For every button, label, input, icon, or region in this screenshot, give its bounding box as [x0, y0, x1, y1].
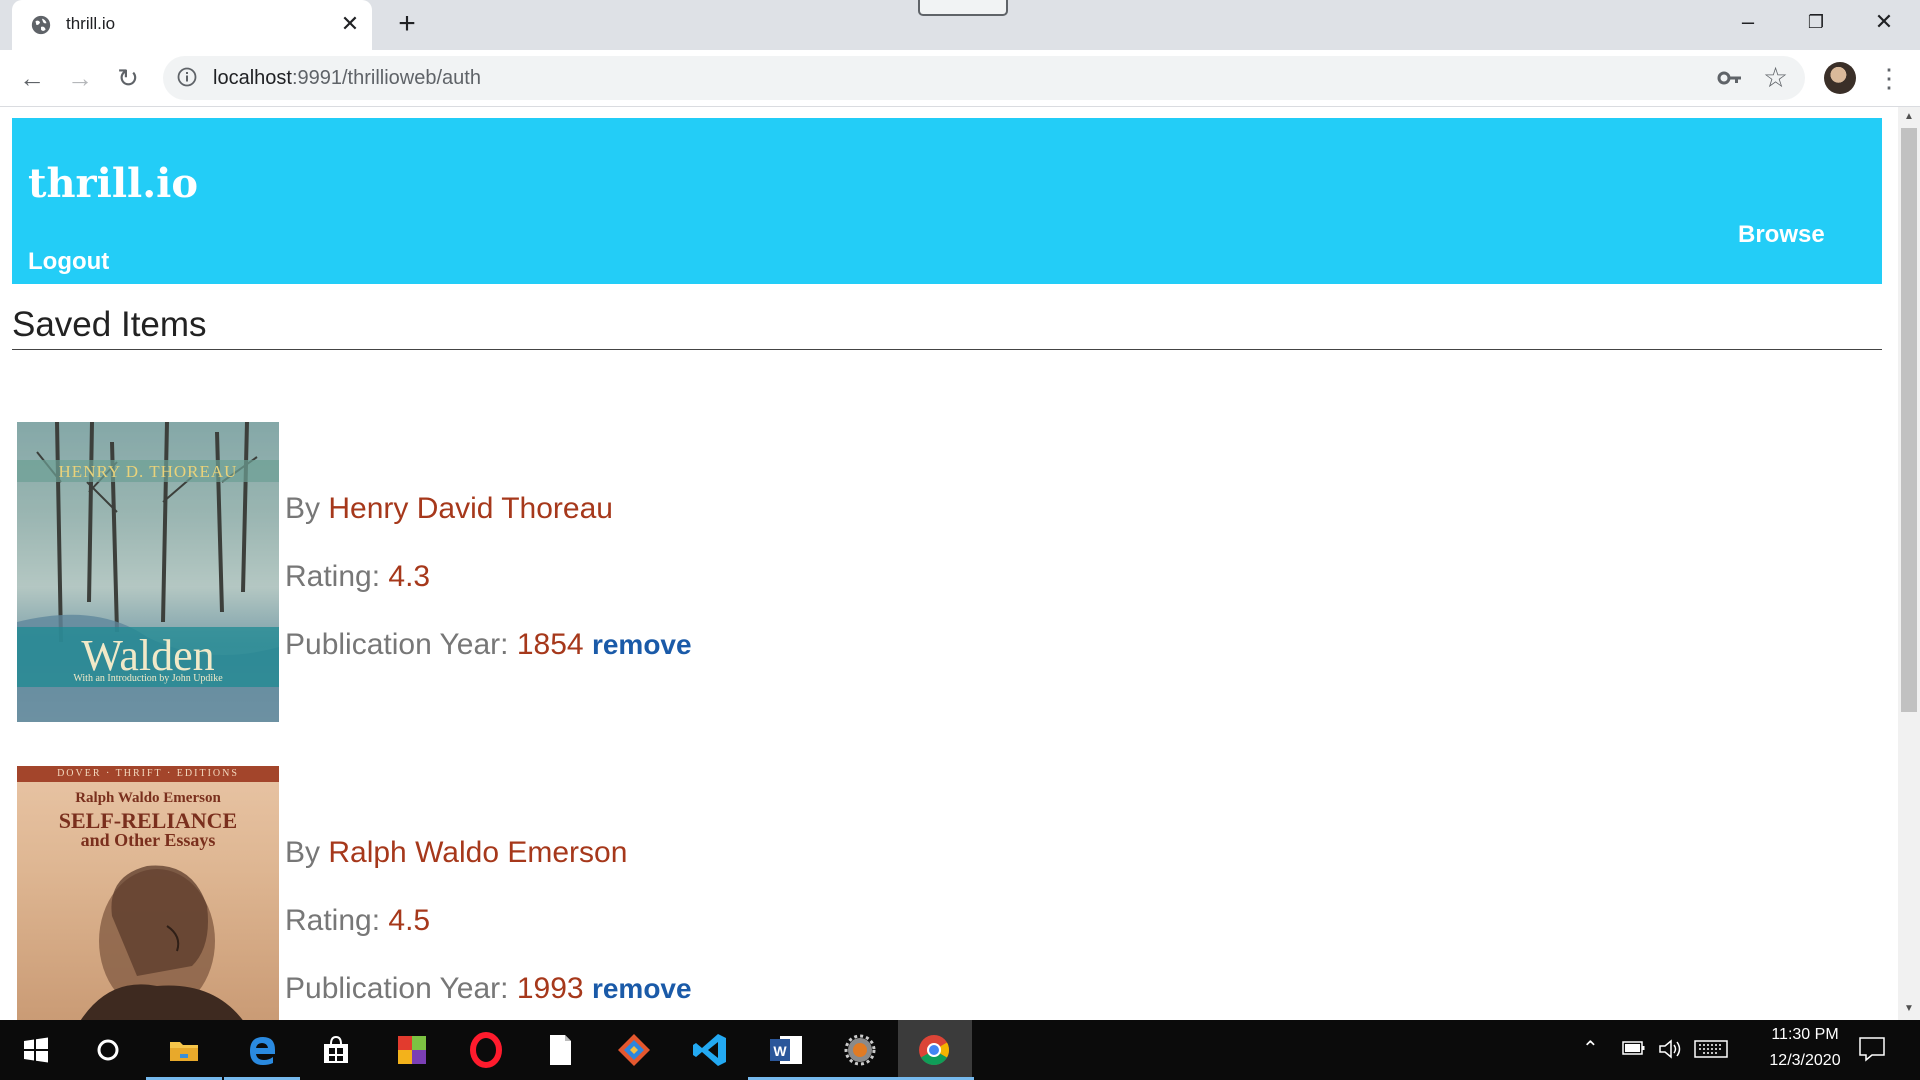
profile-avatar[interactable] — [1824, 62, 1856, 94]
scroll-up-icon[interactable]: ▲ — [1898, 110, 1920, 124]
vscode-icon[interactable] — [690, 1030, 730, 1070]
rating-value: 4.3 — [388, 560, 431, 593]
keyboard-icon[interactable] — [1694, 1040, 1728, 1058]
dev-tool-icon[interactable] — [614, 1030, 654, 1070]
search-circle-icon[interactable] — [88, 1030, 128, 1070]
rating-label: Rating: — [285, 904, 381, 937]
rating-value: 4.5 — [388, 904, 431, 937]
site-logo[interactable]: thrill.io — [28, 160, 198, 207]
info-icon[interactable] — [177, 67, 197, 87]
file-explorer-icon[interactable] — [164, 1030, 204, 1070]
rating-label: Rating: — [285, 560, 381, 593]
window-drag-handle[interactable] — [918, 0, 1008, 16]
author-line: By Ralph Waldo Emerson — [285, 836, 627, 870]
cover-subtitle-text: With an Introduction by John Updike — [73, 673, 223, 684]
cover-portrait — [80, 865, 243, 1020]
scrollbar-thumb[interactable] — [1901, 128, 1917, 712]
tab-strip: thrill.io ✕ + – ❐ ✕ — [0, 0, 1920, 50]
author-name: Henry David Thoreau — [328, 492, 613, 525]
edge-browser-icon[interactable] — [242, 1030, 282, 1070]
author-name: Ralph Waldo Emerson — [328, 836, 628, 869]
author-label: By — [285, 492, 321, 525]
bookmark-star-icon[interactable]: ☆ — [1763, 64, 1788, 92]
cover-author-text: HENRY D. THOREAU — [58, 462, 238, 481]
tab-title: thrill.io — [66, 14, 116, 33]
clock-time[interactable]: 11:30 PM — [1750, 1026, 1860, 1044]
scroll-down-icon[interactable]: ▼ — [1898, 1002, 1920, 1016]
url-text[interactable]: localhost:9991/thrillioweb/auth — [213, 67, 481, 90]
browse-link[interactable]: Browse — [1738, 221, 1825, 249]
back-arrow-icon[interactable]: ← — [14, 60, 50, 96]
volume-icon[interactable] — [1658, 1038, 1684, 1060]
site-header: thrill.io Logout Browse — [12, 118, 1882, 284]
rating-line: Rating: 4.3 — [285, 560, 430, 594]
logout-link[interactable]: Logout — [28, 248, 109, 276]
author-label: By — [285, 836, 321, 869]
clock-date[interactable]: 12/3/2020 — [1750, 1052, 1860, 1070]
remove-link[interactable]: remove — [592, 629, 692, 660]
chrome-icon[interactable] — [914, 1030, 954, 1070]
browser-toolbar: ← → ↻ localhost:9991/thrillioweb/auth ☆ … — [0, 50, 1920, 107]
reload-icon[interactable]: ↻ — [110, 60, 146, 96]
url-host: localhost — [213, 67, 292, 89]
rating-line: Rating: 4.5 — [285, 904, 430, 938]
browser-menu-icon[interactable]: ⋮ — [1876, 60, 1902, 96]
key-icon[interactable] — [1717, 67, 1743, 89]
notifications-icon[interactable] — [1858, 1036, 1886, 1062]
year-line: Publication Year: 1854 remove — [285, 628, 692, 662]
page-viewport: thrill.io Logout Browse Saved Items HENR… — [0, 107, 1898, 1020]
gear-app-icon[interactable] — [840, 1030, 880, 1070]
author-line: By Henry David Thoreau — [285, 492, 613, 526]
year-value: 1993 — [516, 972, 584, 1005]
close-window-icon[interactable]: ✕ — [1864, 8, 1904, 36]
year-label: Publication Year: — [285, 628, 509, 661]
forward-arrow-icon[interactable]: → — [62, 60, 98, 96]
year-value: 1854 — [516, 628, 584, 661]
book-cover-walden[interactable]: HENRY D. THOREAU Walden With an Introduc… — [17, 422, 279, 722]
year-line: Publication Year: 1993 remove — [285, 972, 692, 1006]
word-icon[interactable]: W — [766, 1030, 806, 1070]
opera-browser-icon[interactable] — [466, 1030, 506, 1070]
notepad-file-icon[interactable] — [540, 1030, 580, 1070]
minimize-icon[interactable]: – — [1728, 8, 1768, 36]
page-title: Saved Items — [12, 305, 207, 344]
svg-text:W: W — [773, 1043, 787, 1059]
book-cover-self-reliance[interactable]: DOVER · THRIFT · EDITIONS Ralph Waldo Em… — [17, 766, 279, 1020]
title-divider — [12, 349, 1882, 350]
close-tab-icon[interactable]: ✕ — [338, 12, 362, 36]
restore-icon[interactable]: ❐ — [1796, 8, 1836, 36]
browser-tab[interactable]: thrill.io ✕ — [12, 0, 372, 50]
address-bar[interactable]: localhost:9991/thrillioweb/auth ☆ — [163, 56, 1805, 100]
tiles-app-icon[interactable] — [392, 1030, 432, 1070]
remove-link[interactable]: remove — [592, 973, 692, 1004]
year-label: Publication Year: — [285, 972, 509, 1005]
new-tab-button[interactable]: + — [392, 9, 422, 40]
taskbar: W ⌃ 11:30 PM 12/3/2020 — [0, 1020, 1920, 1080]
windows-start-icon[interactable] — [16, 1030, 56, 1070]
chevron-up-icon[interactable]: ⌃ — [1582, 1036, 1599, 1061]
battery-icon[interactable] — [1622, 1040, 1646, 1056]
url-path: :9991/thrillioweb/auth — [291, 67, 481, 89]
store-bag-icon[interactable] — [316, 1030, 356, 1070]
globe-icon — [31, 15, 51, 35]
